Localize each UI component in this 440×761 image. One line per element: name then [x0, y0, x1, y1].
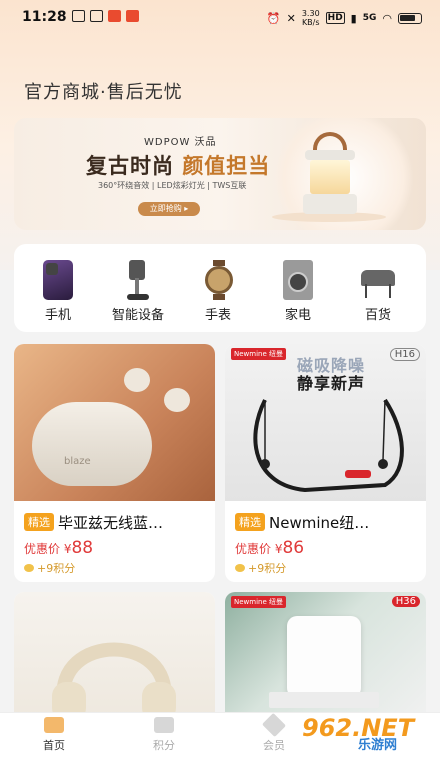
product-title-text: Newmine纽…: [269, 514, 370, 532]
store-slogan: 官方商城·售后无忧: [24, 82, 183, 103]
speed-value: 3.30: [301, 9, 320, 18]
product-card[interactable]: Newmine 纽曼 H36: [225, 592, 426, 722]
product-card[interactable]: Newmine 纽曼 H16 磁吸降噪 静享新声 精选 Newmine纽… 优惠价…: [225, 344, 426, 582]
category-smart-devices[interactable]: 智能设备: [106, 260, 170, 323]
coin-icon: [24, 564, 34, 572]
category-label: 百货: [364, 308, 391, 323]
network-type: 5G: [362, 13, 377, 23]
system-icons: ⏰ ✕ 3.30 KB/s HD ▮ 5G ◠: [267, 9, 422, 27]
category-appliances[interactable]: 家电: [266, 260, 330, 323]
shop-notification-icon: [108, 10, 121, 22]
promo-banner[interactable]: WDPOW 沃品 复古时尚 颜值担当 360°环绕音效 | LED炫彩灯光 | …: [14, 118, 426, 230]
featured-badge: 精选: [235, 513, 265, 531]
banner-subtitle: 360°环绕音效 | LED炫彩灯光 | TWS互联: [98, 181, 247, 190]
home-icon: [44, 717, 64, 733]
product-image: Newmine 纽曼 H36: [225, 592, 426, 722]
earbuds-case: [32, 402, 152, 486]
category-watch[interactable]: 手表: [186, 260, 250, 323]
banner-headline: 复古时尚 颜值担当: [86, 150, 270, 180]
signal-icon: ▮: [350, 11, 357, 25]
tab-home[interactable]: 首页: [24, 717, 84, 753]
product-title-text: 毕亚兹无线蓝…: [58, 514, 164, 532]
product-points: +9积分: [235, 560, 286, 576]
product-title: 精选 毕亚兹无线蓝…: [24, 512, 163, 533]
price-label: 优惠价: [24, 542, 61, 556]
price-amount: 88: [71, 538, 94, 558]
neckband-earphones: [253, 398, 404, 493]
phone-icon: [37, 260, 79, 300]
headphones: [52, 642, 176, 722]
watermark-text: 乐游网: [358, 738, 398, 753]
tab-label: 积分: [153, 739, 175, 752]
clock: 11:28: [22, 9, 67, 25]
category-label: 手机: [44, 308, 71, 323]
product-box: [269, 692, 379, 708]
product-points: +9积分: [24, 560, 75, 576]
banner-headline-part-a: 复古时尚: [86, 154, 183, 178]
points-text: +9积分: [248, 562, 287, 575]
lamp-handle: [313, 132, 347, 152]
lamp-base: [303, 194, 357, 214]
tab-label: 首页: [43, 739, 65, 752]
message-notification-icon: [90, 10, 103, 22]
product-price: 优惠价 ¥86: [235, 538, 304, 558]
product-image: [14, 592, 215, 722]
category-general-goods[interactable]: 百货: [346, 260, 410, 323]
featured-badge: 精选: [24, 513, 54, 531]
speed-unit: KB/s: [301, 18, 320, 27]
vacuum-icon: [117, 260, 159, 300]
product-price: 优惠价 ¥88: [24, 538, 93, 558]
wifi-icon: ◠: [382, 11, 392, 25]
price-amount: 86: [282, 538, 305, 558]
hd-badge: HD: [325, 12, 345, 24]
brand-label: Newmine 纽曼: [231, 596, 286, 608]
points-text: +9积分: [37, 562, 76, 575]
category-phone[interactable]: 手机: [26, 260, 90, 323]
coin-icon: [235, 564, 245, 572]
category-label: 智能设备: [111, 308, 164, 323]
product-card[interactable]: [14, 592, 215, 722]
alarm-icon: ⏰: [266, 11, 281, 25]
brand-label: Newmine 纽曼: [231, 348, 286, 360]
earbud-left: [124, 368, 150, 392]
network-speed: 3.30 KB/s: [302, 9, 320, 27]
earbuds-case: [287, 616, 361, 698]
category-bar: 手机 智能设备 手表 家电 百货: [14, 244, 426, 332]
notification-icons: [72, 10, 139, 22]
tab-label: 会员: [263, 739, 285, 752]
tab-points[interactable]: 积分: [134, 717, 194, 753]
model-badge: H16: [389, 348, 420, 361]
tab-member[interactable]: 会员: [244, 712, 304, 753]
gallery-notification-icon: [72, 10, 85, 22]
price-label: 优惠价: [235, 542, 272, 556]
model-badge: H36: [391, 596, 420, 607]
banner-headline-part-b: 颜值担当: [182, 154, 271, 178]
lamp-top: [305, 150, 355, 160]
product-card[interactable]: blaze 精选 毕亚兹无线蓝… 优惠价 ¥88 +9积分: [14, 344, 215, 582]
buy-now-button[interactable]: 立即抢购 ▸: [138, 202, 200, 216]
battery-icon: [398, 12, 422, 24]
site-watermark: 962.NET 乐游网: [302, 714, 430, 754]
member-icon: [261, 712, 287, 738]
chair-icon: [357, 260, 399, 300]
category-label: 家电: [284, 308, 311, 323]
product-image: Newmine 纽曼 H16 磁吸降噪 静享新声: [225, 344, 426, 501]
watch-icon: [197, 260, 239, 300]
category-label: 手表: [204, 308, 231, 323]
product-title: 精选 Newmine纽…: [235, 512, 369, 533]
points-icon: [154, 717, 174, 733]
case-logo: blaze: [64, 456, 91, 467]
status-bar: 11:28 ⏰ ✕ 3.30 KB/s HD ▮ 5G ◠: [0, 0, 440, 34]
lamp-glass: [310, 160, 350, 194]
washer-icon: [277, 260, 319, 300]
app-notification-icon: [126, 10, 139, 22]
earbud-right: [164, 388, 190, 412]
mute-icon: ✕: [286, 11, 296, 25]
banner-brand: WDPOW 沃品: [144, 137, 217, 148]
product-image: blaze: [14, 344, 215, 501]
speaker-lamp-image: [301, 132, 359, 216]
